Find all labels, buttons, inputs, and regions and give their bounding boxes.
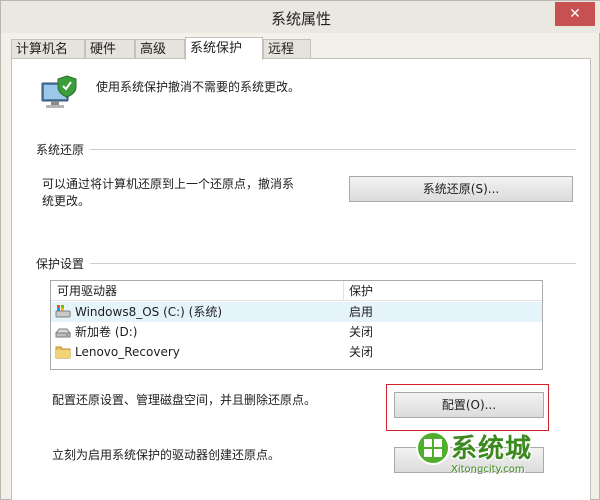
folder-icon — [55, 346, 71, 359]
tab-computer-name[interactable]: 计算机名 — [11, 39, 85, 59]
drive-list[interactable]: 可用驱动器 保护 Windows8_OS (C:) (系统) 启用 新加卷 (D… — [50, 280, 543, 370]
restore-description-line2: 统更改。 — [42, 194, 91, 208]
drive-row-d[interactable]: 新加卷 (D:) 关闭 — [51, 322, 542, 342]
configure-description: 配置还原设置、管理磁盘空间，并且删除还原点。 — [52, 393, 317, 407]
title-bar: 系统属性 ✕ — [1, 1, 600, 33]
create-description: 立刻为启用系统保护的驱动器创建还原点。 — [52, 448, 281, 462]
tab-hardware[interactable]: 硬件 — [85, 39, 135, 59]
computer-shield-icon — [41, 75, 77, 108]
intro-text: 使用系统保护撤消不需要的系统更改。 — [96, 80, 301, 94]
drive-protection-status: 关闭 — [349, 345, 374, 359]
drive-list-header: 可用驱动器 保护 — [51, 281, 542, 301]
watermark: 系统城 Xitongcity.com — [415, 424, 555, 490]
watermark-url: Xitongcity.com — [451, 464, 525, 475]
drive-row-recovery[interactable]: Lenovo_Recovery 关闭 — [51, 342, 542, 362]
system-restore-button[interactable]: 系统还原(S)... — [349, 176, 573, 202]
protection-group-title: 保护设置 — [36, 255, 91, 272]
watermark-logo-icon — [416, 431, 450, 465]
restore-group-title: 系统还原 — [36, 141, 91, 158]
tab-advanced[interactable]: 高级 — [135, 39, 185, 59]
window-title: 系统属性 — [270, 10, 331, 28]
drive-name: 新加卷 (D:) — [75, 325, 138, 339]
close-icon: ✕ — [569, 6, 581, 22]
close-button[interactable]: ✕ — [555, 2, 595, 26]
system-drive-icon — [55, 305, 71, 318]
column-protection[interactable]: 保护 — [343, 281, 373, 301]
drive-name: Windows8_OS (C:) (系统) — [75, 305, 223, 319]
watermark-brand: 系统城 — [451, 434, 533, 464]
drive-icon — [55, 328, 71, 338]
configure-button[interactable]: 配置(O)... — [394, 392, 544, 418]
tab-system-protection[interactable]: 系统保护 — [185, 37, 263, 60]
column-available-drives[interactable]: 可用驱动器 — [51, 281, 117, 301]
restore-description-line1: 可以通过将计算机还原到上一个还原点，撤消系 — [42, 177, 295, 191]
drive-row-c[interactable]: Windows8_OS (C:) (系统) 启用 — [51, 302, 542, 322]
system-properties-window: 系统属性 ✕ 计算机名 硬件 高级 系统保护 远程 使用系统保护撤消不需要的系统… — [0, 0, 600, 500]
protection-group-divider — [36, 263, 576, 264]
drive-name: Lenovo_Recovery — [75, 345, 180, 359]
drive-protection-status: 启用 — [349, 305, 374, 319]
restore-group-divider — [36, 149, 576, 150]
drive-protection-status: 关闭 — [349, 325, 374, 339]
tab-remote[interactable]: 远程 — [263, 39, 311, 59]
